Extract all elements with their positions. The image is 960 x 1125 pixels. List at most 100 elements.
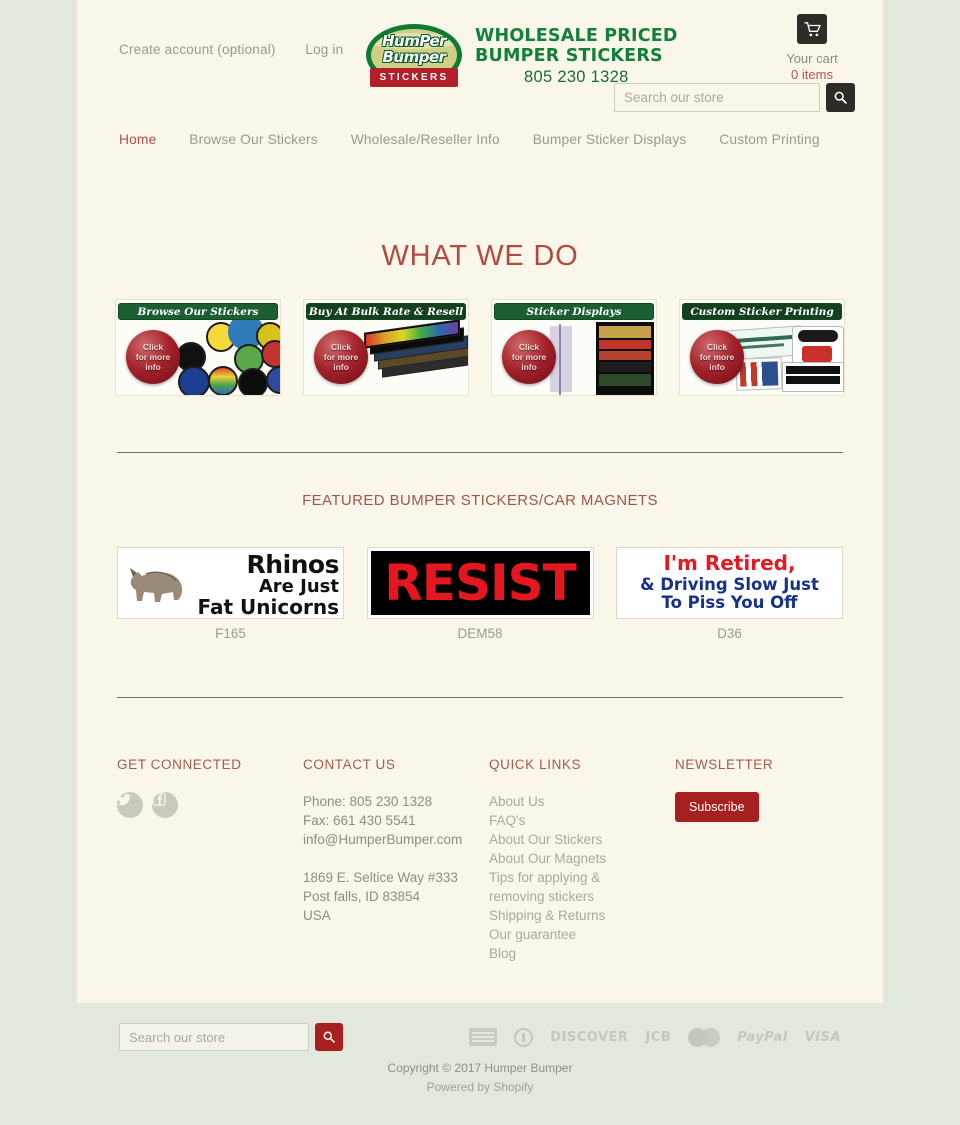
contact-fax: Fax: 661 430 5541 [303,813,416,828]
tile-click-orb[interactable]: Click for more info [126,330,180,384]
orb-line-2: for more [511,352,547,362]
product-line-1: Rhinos [246,550,340,579]
tile-buy-at-bulk-rate[interactable]: Buy At Bulk Rate & Resell Click for more… [303,299,469,396]
product-card-f165[interactable]: Rhinos Are Just Fat Unicorns F165 [117,547,344,641]
tile-custom-sticker-printing[interactable]: Custom Sticker Printing Click for more i… [679,299,845,396]
subscribe-button[interactable]: Subscribe [675,792,759,822]
twitter-link[interactable] [117,792,143,818]
header-search [614,83,855,112]
contact-address-line-2: Post falls, ID 83854 [303,889,421,904]
product-line-3: To Piss You Off [661,593,798,613]
paypal-icon: PayPal [737,1029,788,1045]
search-button[interactable] [826,83,855,112]
facebook-link[interactable] [152,792,178,818]
quick-link-shipping-returns[interactable]: Shipping & Returns [489,906,675,925]
product-code: D36 [717,626,742,641]
tagline-line-2: BUMPER STICKERS [475,46,663,66]
product-line-1: I'm Retired, [663,551,796,575]
discover-icon: DISCOVER [550,1029,629,1045]
main-navigation: Home Browse Our Stickers Wholesale/Resel… [77,128,883,147]
footer-search-button[interactable] [315,1023,343,1051]
orb-line-3: info [145,362,161,372]
product-image-resist[interactable]: RESIST [366,547,594,619]
footer-heading-quick-links: QUICK LINKS [489,757,582,772]
facebook-icon [152,792,166,806]
orb-line-1: Click [518,342,540,352]
american-express-icon [469,1028,498,1046]
product-line-2: & Driving Slow Just [640,575,819,594]
log-in-link[interactable]: Log in [305,42,343,57]
rhino-illustration [130,568,183,602]
cart-button[interactable] [797,14,827,44]
shopping-cart-icon [803,21,821,36]
create-account-link[interactable]: Create account (optional) [119,42,276,57]
product-line-1: RESIST [384,554,576,612]
site-footer: GET CONNECTED CONTACT US Phone: 805 230 … [117,698,843,1003]
cart-label: Your cart [786,51,838,66]
footer-heading-newsletter: NEWSLETTER [675,757,774,772]
bottom-bar: DISCOVER JCB PayPal VISA Copyright © 201… [0,1003,960,1115]
orb-line-3: info [333,362,349,372]
nav-item-wholesale-reseller-info[interactable]: Wholesale/Reseller Info [351,132,500,147]
quick-link-our-guarantee[interactable]: Our guarantee [489,925,675,944]
product-card-d36[interactable]: I'm Retired, & Driving Slow Just To Piss… [616,547,843,641]
logo-badge: HumPer Bumper STICKERS [366,22,462,92]
tagline-line-1: WHOLESALE PRICED [475,26,678,46]
tile-browse-our-stickers[interactable]: Browse Our Stickers Click for more info [115,299,281,396]
quick-link-tips-for-applying-removing-stickers[interactable]: Tips for applying & removing stickers [489,868,607,906]
nav-item-home[interactable]: Home [119,132,156,147]
orb-line-3: info [521,362,537,372]
tile-click-orb[interactable]: Click for more info [314,330,368,384]
contact-email[interactable]: info@HumperBumper.com [303,830,489,849]
footer-heading-contact-us: CONTACT US [303,757,396,772]
footer-column-quick-links: QUICK LINKS About Us FAQ's About Our Sti… [489,755,675,963]
copyright-text: Copyright © 2017 Humper Bumper [387,1061,573,1075]
product-line-2: Are Just [258,576,339,597]
quick-link-faqs[interactable]: FAQ's [489,811,675,830]
cart-block[interactable]: Your cart 0 items [769,14,855,83]
quick-link-about-our-stickers[interactable]: About Our Stickers [489,830,675,849]
nav-item-browse-our-stickers[interactable]: Browse Our Stickers [189,132,318,147]
quick-link-about-us[interactable]: About Us [489,792,675,811]
tile-banner-label: Buy At Bulk Rate & Resell [306,303,466,320]
featured-products: Rhinos Are Just Fat Unicorns F165 RESIST… [117,509,843,641]
search-icon [323,1031,335,1043]
orb-line-2: for more [699,352,735,362]
tile-click-orb[interactable]: Click for more info [502,330,556,384]
visa-icon: VISA [804,1029,841,1045]
quick-link-about-our-magnets[interactable]: About Our Magnets [489,849,675,868]
bottom-bar-row: DISCOVER JCB PayPal VISA [77,1023,883,1051]
nav-item-bumper-sticker-displays[interactable]: Bumper Sticker Displays [533,132,687,147]
orb-line-3: info [709,362,725,372]
product-card-dem58[interactable]: RESIST DEM58 [366,547,594,641]
tile-click-orb[interactable]: Click for more info [690,330,744,384]
powered-by-shopify-link[interactable]: Powered by Shopify [427,1080,534,1094]
social-links [117,792,303,818]
site-header: Create account (optional) Log in HumPer … [77,0,883,128]
footer-column-contact-us: CONTACT US Phone: 805 230 1328 Fax: 661 … [303,755,489,963]
product-code: F165 [215,626,246,641]
orb-line-2: for more [323,352,359,362]
logo-word-bumper: Bumper [382,48,446,66]
jcb-icon: JCB [645,1029,672,1045]
tile-sticker-displays[interactable]: Sticker Displays Click for more info [491,299,657,396]
logo-ribbon-stickers: STICKERS [370,68,458,87]
footer-search-input[interactable] [119,1023,309,1051]
footer-column-newsletter: NEWSLETTER Subscribe [675,755,843,963]
twitter-icon [117,794,131,806]
product-image-retired[interactable]: I'm Retired, & Driving Slow Just To Piss… [616,547,843,619]
site-logo[interactable]: HumPer Bumper STICKERS WHOLESALE PRICED … [366,22,678,92]
orb-line-1: Click [330,342,352,352]
mastercard-icon [688,1027,721,1047]
tile-banner-label: Browse Our Stickers [118,303,278,320]
featured-section-title: FEATURED BUMPER STICKERS/CAR MAGNETS [302,492,658,509]
product-image-rhinos[interactable]: Rhinos Are Just Fat Unicorns [117,547,344,619]
nav-item-custom-printing[interactable]: Custom Printing [719,132,819,147]
tile-banner-label: Custom Sticker Printing [682,303,842,320]
contact-address-line-1: 1869 E. Seltice Way #333 [303,870,458,885]
search-input[interactable] [614,83,820,112]
footer-search [119,1023,343,1051]
quick-link-blog[interactable]: Blog [489,944,675,963]
resist-artwork: RESIST [370,551,590,615]
product-code: DEM58 [457,626,503,641]
